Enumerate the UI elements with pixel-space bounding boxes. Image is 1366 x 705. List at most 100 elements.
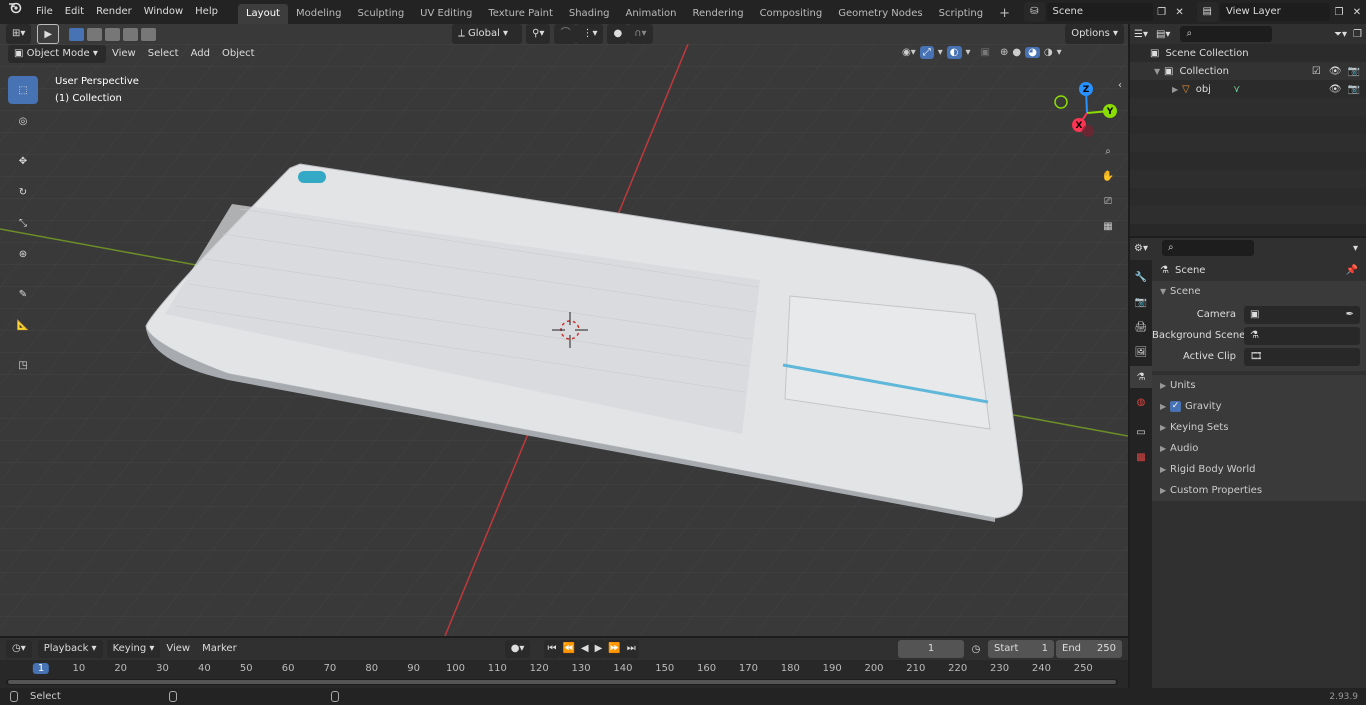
transform-tool-icon[interactable]: ⊛ [8, 240, 38, 268]
move-tool-icon[interactable]: ✥ [8, 147, 38, 175]
gizmo-toggle-icon[interactable]: ⤢ [919, 46, 934, 59]
output-tab-icon[interactable]: 🖨 [1130, 316, 1152, 338]
obj-render-icon[interactable]: 📷 [1348, 84, 1360, 95]
timeline-scrollbar[interactable] [6, 679, 1118, 685]
viewport-menu-object[interactable]: Object [216, 42, 261, 66]
keying-sets-panel-header[interactable]: ▶ Keying Sets [1152, 417, 1366, 438]
outliner-display-mode-icon[interactable]: ▤▾ [1156, 29, 1170, 40]
shading-options-icon[interactable]: ▾ [1057, 47, 1062, 58]
select-mode-invert-icon[interactable] [123, 27, 139, 41]
tab-compositing[interactable]: Compositing [752, 4, 831, 24]
timeline-ruler[interactable]: 1 10 20 30 40 50 60 70 80 90 100 110 120 130 140 150 160… [0, 660, 1128, 688]
viewport-menu-add[interactable]: Add [185, 42, 216, 66]
outliner-row-obj[interactable]: ▶ ▽ obj ⋎ 👁 📷 [1130, 80, 1366, 98]
proportional-falloff-icon[interactable]: ∩▾ [628, 24, 653, 44]
properties-editor-type-icon[interactable]: ⚙▾ [1134, 243, 1148, 254]
collection-visibility-icon[interactable]: 👁 [1329, 66, 1342, 77]
pin-icon[interactable]: 📌 [1346, 265, 1358, 276]
menu-render[interactable]: Render [90, 0, 138, 24]
shading-solid-icon[interactable]: ● [1012, 47, 1021, 58]
current-frame-field[interactable]: 1 [898, 640, 964, 658]
navigation-gizmo[interactable]: Z Y X [1052, 78, 1122, 148]
outliner-row-scene-collection[interactable]: ▣ Scene Collection [1130, 44, 1366, 62]
menu-help[interactable]: Help [189, 0, 224, 24]
timeline-menu-marker[interactable]: Marker [196, 637, 243, 661]
tab-geometry-nodes[interactable]: Geometry Nodes [830, 4, 930, 24]
proportional-edit-icon[interactable]: ● [607, 24, 629, 44]
tab-uv-editing[interactable]: UV Editing [412, 4, 480, 24]
select-box-icon[interactable]: ⬚ [8, 76, 38, 104]
view-layer-field[interactable]: View Layer [1220, 3, 1330, 21]
menu-file[interactable]: File [30, 0, 59, 24]
end-frame-field[interactable]: End 250 [1056, 640, 1122, 658]
select-mode-subtract-icon[interactable] [105, 27, 121, 41]
sidebar-toggle-icon[interactable]: ‹ [1118, 80, 1122, 91]
outliner-editor-type-icon[interactable]: ☰▾ [1134, 29, 1148, 40]
expand-obj-icon[interactable]: ▶ [1172, 85, 1182, 94]
view-layer-icon[interactable]: ▤ [1196, 2, 1218, 22]
tab-animation[interactable]: Animation [618, 4, 685, 24]
expand-collection-icon[interactable]: ▼ [1154, 67, 1164, 76]
new-view-layer-icon[interactable]: ❐ [1330, 7, 1348, 18]
tab-shading[interactable]: Shading [561, 4, 618, 24]
world-tab-icon[interactable]: ◍ [1130, 391, 1152, 413]
custom-properties-panel-header[interactable]: ▶ Custom Properties [1152, 480, 1366, 501]
new-scene-icon[interactable]: ❐ [1153, 7, 1171, 18]
keying-dropdown[interactable]: Keying ▾ [106, 640, 161, 658]
object-mode-dropdown[interactable]: ▣ Object Mode ▾ [8, 45, 106, 63]
jump-start-icon[interactable]: ⏮ [544, 640, 560, 658]
playback-dropdown[interactable]: Playback ▾ [37, 640, 103, 658]
shading-rendered-icon[interactable]: ◑ [1044, 47, 1053, 58]
shading-material-icon[interactable]: ◕ [1025, 47, 1040, 58]
editor-type-icon[interactable]: ⊞▾ [6, 24, 32, 44]
jump-keyframe-back-icon[interactable]: ⏪ [559, 640, 578, 658]
snap-toggle-icon[interactable]: ⌒ [554, 24, 577, 44]
perspective-grid-icon[interactable]: ▦ [1097, 215, 1119, 237]
filter-icon[interactable]: ⏷▾ [1334, 29, 1347, 40]
measure-tool-icon[interactable]: 📐 [8, 311, 38, 339]
scene-type-icon[interactable]: ⛁ [1024, 2, 1045, 22]
snap-target-icon[interactable]: ⋮▾ [576, 24, 604, 44]
rotate-tool-icon[interactable]: ↻ [8, 178, 38, 206]
tool-tab-icon[interactable]: 🔧 [1130, 266, 1152, 288]
eyedropper-icon[interactable]: ✒ [1346, 306, 1354, 324]
gravity-checkbox-icon[interactable]: ✓ [1170, 401, 1181, 412]
active-clip-field[interactable]: 🎞 [1244, 347, 1360, 366]
tab-layout[interactable]: Layout [237, 4, 288, 24]
3d-viewport[interactable]: User Perspective (1) Collection ◉▾ ⤢ ▾ ◐ ▾… [0, 44, 1128, 636]
scene-name-field[interactable]: Scene [1046, 3, 1153, 21]
viewport-menu-view[interactable]: View [106, 42, 142, 66]
view-layer-tab-icon[interactable]: 🖼 [1130, 341, 1152, 363]
rigid-body-panel-header[interactable]: ▶ Rigid Body World [1152, 459, 1366, 480]
add-workspace-icon[interactable]: + [991, 4, 1018, 24]
auto-keying-icon[interactable]: ●▾ [504, 640, 531, 658]
gravity-panel-header[interactable]: ▶ ✓ Gravity [1152, 396, 1366, 417]
menu-window[interactable]: Window [138, 0, 189, 24]
select-tool-icon[interactable]: ▶ [37, 24, 60, 44]
play-icon[interactable]: ▶ [591, 640, 606, 658]
xray-toggle-icon[interactable]: ▣ [981, 47, 990, 58]
properties-options-icon[interactable]: ▾ [1353, 243, 1358, 254]
audio-panel-header[interactable]: ▶ Audio [1152, 438, 1366, 459]
viewport-menu-select[interactable]: Select [142, 42, 185, 66]
delete-scene-icon[interactable]: ✕ [1171, 7, 1189, 18]
add-cube-tool-icon[interactable]: ◳ [8, 351, 38, 379]
pan-hand-icon[interactable]: ✋ [1097, 165, 1119, 187]
menu-edit[interactable]: Edit [59, 0, 90, 24]
tab-texture-paint[interactable]: Texture Paint [480, 4, 561, 24]
options-dropdown[interactable]: Options ▾ [1065, 24, 1124, 44]
camera-field[interactable]: ▣ ✒ [1244, 305, 1360, 324]
overlay-toggle-icon[interactable]: ◐ [946, 46, 962, 59]
properties-search-input[interactable]: ⌕ [1161, 240, 1254, 256]
tab-modeling[interactable]: Modeling [288, 4, 350, 24]
preview-range-icon[interactable]: ◷ [964, 644, 988, 655]
annotate-tool-icon[interactable]: ✎ [8, 280, 38, 308]
texture-tab-icon[interactable]: ▩ [1130, 446, 1152, 468]
tab-scripting[interactable]: Scripting [931, 4, 991, 24]
units-panel-header[interactable]: ▶ Units [1152, 375, 1366, 396]
play-reverse-icon[interactable]: ◀ [577, 640, 592, 658]
timeline-editor-type-icon[interactable]: ◷▾ [6, 640, 32, 658]
new-collection-icon[interactable]: ❐ [1353, 29, 1362, 40]
collection-tab-icon[interactable]: ▭ [1130, 421, 1152, 443]
shading-wireframe-icon[interactable]: ⊕ [1000, 47, 1008, 58]
